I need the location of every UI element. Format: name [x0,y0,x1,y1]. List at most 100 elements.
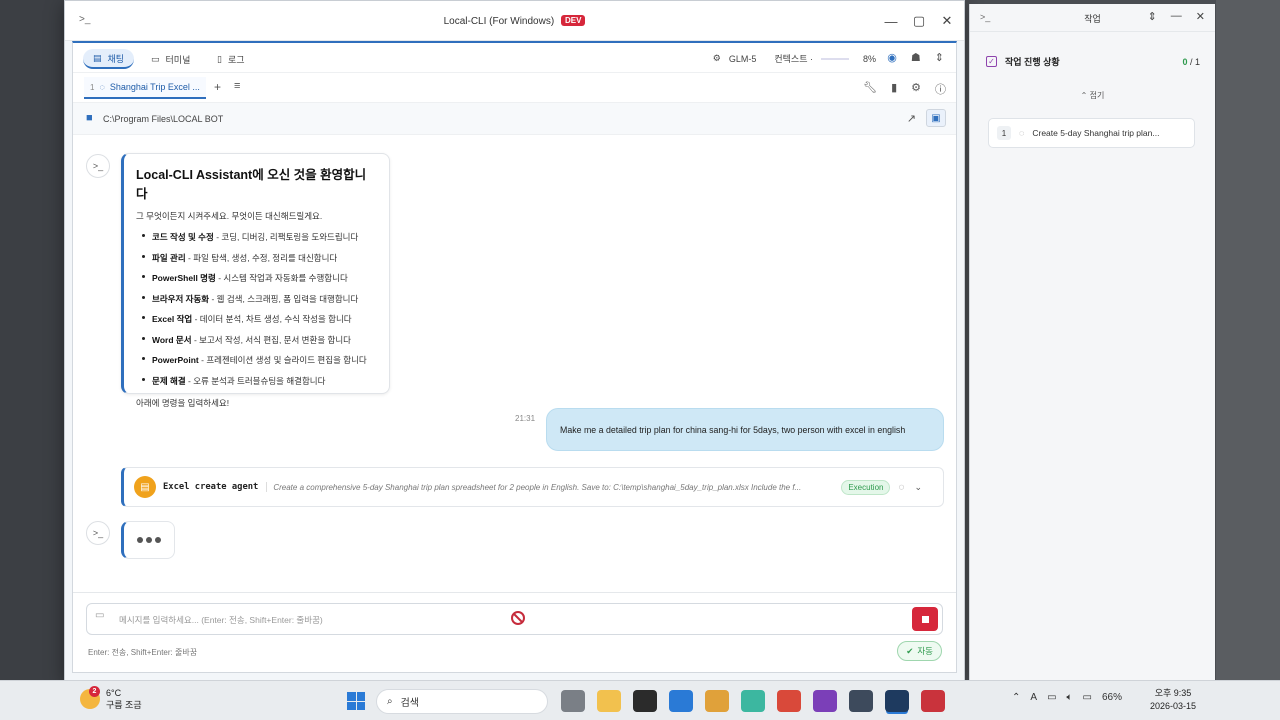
welcome-message: Local-CLI Assistant에 오신 것을 환영합니다 그 무엇이든지… [121,153,390,408]
gear-icon[interactable]: ⚙ [911,81,921,97]
app-icon[interactable] [921,690,945,712]
background-window-right [1216,0,1280,680]
document-icon: ▯ [217,53,222,64]
task-progress-label: 작업 진행 상황 [1005,57,1060,67]
task-progress-header: ✓ 작업 진행 상황 0 / 1 [986,55,1200,68]
minimize-icon[interactable]: — [882,10,900,32]
list-item: 문제 해결 - 오류 분석과 트러블슈팅을 해결합니다 [142,375,377,387]
chrome-icon[interactable] [777,690,801,712]
user-message-text: Make me a detailed trip plan for china s… [560,424,906,435]
app-icon[interactable] [633,690,657,712]
session-tab-index: 1 [90,82,95,92]
external-link-icon[interactable]: ↗ [907,112,916,125]
session-tab[interactable]: 1 ◌ Shanghai Trip Excel ... [84,77,206,99]
tab-terminal-label: 터미널 [165,54,191,65]
network-icon[interactable]: ▭ [1047,692,1056,703]
task-label: Create 5-day Shanghai trip plan... [1032,128,1160,138]
start-button[interactable] [347,692,365,710]
typing-indicator [121,521,175,559]
pin-icon[interactable]: ⇕ [935,51,944,64]
excel-agent-icon: ▤ [134,476,156,498]
tab-logs[interactable]: ▯ 로그 [207,49,255,69]
path-bar: ■ C:\Program Files\LOCAL BOT ↗ ▣ [73,103,956,135]
battery-icon[interactable]: ▭ [1083,692,1092,703]
user-message-bubble: Make me a detailed trip plan for china s… [546,408,944,451]
chat-icon: ▤ [93,52,102,63]
list-item: 브라우저 자동화 - 웹 검색, 스크래핑, 폼 입력을 대행합니다 [142,293,377,305]
context-label: 컨텍스트 · [774,54,813,64]
add-tab-icon[interactable]: + [214,80,221,94]
task-panel: >_ 작업 ⇕ — ✕ ✓ 작업 진행 상황 0 / 1 ⌃ 접기 1 ◌ Cr… [969,4,1215,680]
chevron-up-icon[interactable]: ⌃ [1012,692,1020,703]
eye-icon[interactable]: ◉ [887,51,897,64]
welcome-intro: 그 무엇이든지 시켜주세요. 무엇이든 대신해드릴게요. [136,211,323,221]
stop-button[interactable] [912,607,938,631]
close-icon[interactable]: ✕ [1196,10,1205,23]
composer: ▭ 메시지를 입력하세요... (Enter: 전송, Shift+Enter:… [73,592,956,672]
task-item[interactable]: 1 ◌ Create 5-day Shanghai trip plan... [988,118,1195,148]
notification-badge: 2 [89,686,100,697]
top-nav: ▤ 채팅 ▭ 터미널 ▯ 로그 ⚙ GLM-5 컨텍스트 · 8% ◉ ☗ ⇕ [73,43,956,73]
tab-chat[interactable]: ▤ 채팅 [83,49,135,69]
agent-call-card[interactable]: ▤ Excel create agent Create a comprehens… [121,467,944,507]
collapse-label: 접기 [1089,91,1105,100]
model-info[interactable]: ⚙ GLM-5 컨텍스트 · 8% [713,52,876,65]
auto-mode-toggle[interactable]: ✔ 자동 [897,641,942,661]
window-title-text: Local-CLI (For Windows) [443,16,555,27]
check-circle-icon: ✔ [906,645,914,656]
session-tab-row: 1 ◌ Shanghai Trip Excel ... + ≡ 🔧︎ ▮ ⚙ ⓘ [73,73,956,103]
pin-icon[interactable]: ⇕ [1148,10,1157,23]
folder-icon: ■ [86,112,93,124]
clock[interactable]: 오후 9:35 2026-03-15 [1150,687,1196,713]
chart-icon[interactable]: ▮ [891,81,897,97]
model-name: GLM-5 [728,53,757,64]
welcome-title: Local-CLI Assistant에 오신 것을 환영합니다 [136,168,367,201]
vscode-icon[interactable] [669,690,693,712]
task-progress-count: 0 / 1 [1182,56,1200,67]
robot-icon[interactable]: ☗ [911,51,921,64]
weather-temp: 6°C [106,688,122,698]
close-icon[interactable]: ✕ [938,10,956,32]
checkbox-icon: ✓ [986,56,997,67]
chevron-down-icon[interactable]: ⌄ [914,482,922,493]
title-bar[interactable]: >_ Local-CLI (For Windows) DEV — ▢ ✕ [65,1,964,41]
context-percent: 8% [862,53,876,64]
list-item: 파일 관리 - 파일 탐색, 생성, 수정, 정리를 대신합니다 [142,252,377,264]
collapse-button[interactable]: ⌃ 접기 [970,90,1215,101]
tab-terminal[interactable]: ▭ 터미널 [141,49,200,69]
task-index: 1 [997,126,1011,140]
maximize-icon[interactable]: ▢ [910,10,928,32]
message-input[interactable]: ▭ 메시지를 입력하세요... (Enter: 전송, Shift+Enter:… [86,603,943,635]
local-cli-taskbar-icon[interactable] [885,690,909,712]
app-icon[interactable] [741,690,765,712]
list-icon[interactable]: ≡ [234,80,240,92]
minimize-icon[interactable]: — [1171,10,1182,23]
list-item: Excel 작업 - 데이터 분석, 차트 생성, 수식 작성을 합니다 [142,313,377,325]
chrome-icon[interactable] [705,690,729,712]
search-icon: ⌕ [387,696,393,707]
app-icon[interactable] [849,690,873,712]
wrench-icon[interactable]: 🔧︎ [863,81,877,97]
volume-icon[interactable]: 🔈︎ [1067,692,1073,703]
battery-percent: 66% [1101,692,1122,703]
app-panel: ▤ 채팅 ▭ 터미널 ▯ 로그 ⚙ GLM-5 컨텍스트 · 8% ◉ ☗ ⇕ [72,41,957,673]
assistant-avatar-icon: >_ [86,154,110,178]
list-item: PowerPoint - 프레젠테이션 생성 및 슬라이드 편집을 합니다 [142,354,377,366]
task-view-icon[interactable] [561,690,585,712]
search-label: 검색 [400,698,420,709]
image-icon[interactable]: ▭ [95,610,104,621]
keyboard-hint: Enter: 전송, Shift+Enter: 줄바꿈 [88,648,198,657]
assistant-avatar-icon: >_ [86,521,110,545]
tab-logs-label: 로그 [227,54,245,65]
weather-widget[interactable]: 2 6°C 구름 조금 [80,686,142,711]
open-folder-button[interactable]: ▣ [926,109,946,127]
taskbar-search[interactable]: ⌕ 검색 [376,689,548,714]
list-item: PowerShell 명령 - 시스템 작업과 자동화를 수행합니다 [142,272,377,284]
ime-icon[interactable]: A [1030,692,1037,703]
chat-area[interactable]: >_ Local-CLI Assistant에 오신 것을 환영합니다 그 무엇… [73,137,956,592]
task-panel-titlebar[interactable]: >_ 작업 ⇕ — ✕ [970,4,1215,32]
feature-list: 코드 작성 및 수정 - 코딩, 디버깅, 리팩토링을 도와드립니다 파일 관리… [136,231,377,387]
file-explorer-icon[interactable] [597,690,621,712]
info-icon[interactable]: ⓘ [935,81,946,97]
app-icon[interactable] [813,690,837,712]
